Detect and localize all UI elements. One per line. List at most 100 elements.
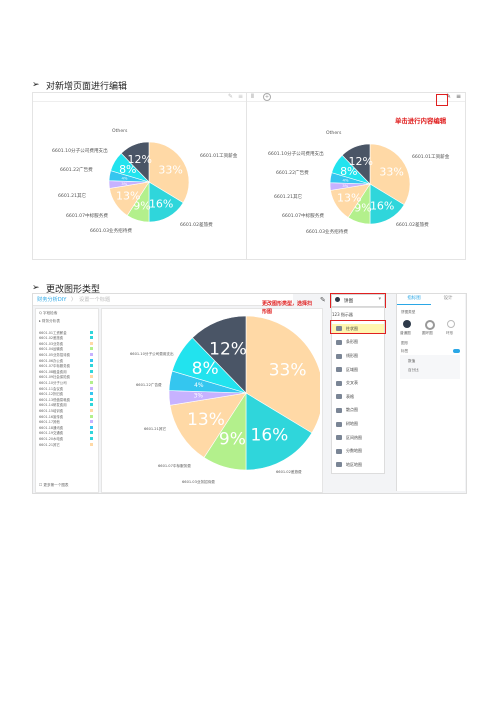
field-color-swatch — [90, 330, 93, 334]
pie-slices: 33%16%9%13%3%4%8%12% — [168, 315, 320, 471]
pie-slices: 33%16%9%13%3%4%8%12% — [329, 143, 411, 225]
pie-pct-label: 33% — [158, 164, 182, 177]
menu-item-label: 区域图 — [346, 366, 358, 372]
menu-item[interactable]: 树地图 — [332, 419, 384, 430]
menu-item[interactable]: 线形图 — [332, 351, 384, 362]
field-group[interactable]: ▸ 财务分析表 — [39, 319, 60, 324]
menu-item-label: 123 指示器 — [332, 312, 353, 318]
field-color-swatch — [90, 392, 93, 396]
menu-item-label: 线形图 — [346, 353, 358, 359]
chart-type-icon — [336, 435, 342, 441]
menu-item-label: 分数地图 — [346, 448, 362, 454]
field-color-swatch — [90, 380, 93, 384]
pie-label-6601-02: 6601.02差旅费 — [276, 469, 302, 474]
tab-design[interactable]: 设计 — [431, 294, 465, 304]
pie-label-6601-22: 6601.22广告费 — [276, 169, 309, 176]
ring-icon[interactable] — [447, 320, 455, 328]
field-color-swatch — [90, 408, 93, 412]
pie-label-6601-21: 6601.21其它 — [58, 192, 87, 199]
chart-type-icon — [336, 353, 342, 359]
pie-pct-label: 12% — [209, 340, 247, 360]
dropdown-highlight-box — [330, 293, 386, 308]
field-color-swatch — [90, 386, 93, 390]
pencil-icon[interactable]: ✎ — [320, 296, 326, 304]
menu-item-highlight-box — [330, 320, 386, 334]
breadcrumb-separator: 〉 — [71, 297, 77, 303]
bullet-1: ➢ — [32, 80, 40, 90]
field-color-swatch — [90, 375, 93, 379]
menu-item-label: 地区地图 — [346, 461, 362, 467]
menu-item-label: 树地图 — [346, 421, 358, 427]
menu-item[interactable]: 条形图 — [332, 337, 384, 348]
field-color-swatch — [90, 369, 93, 373]
field-color-swatch — [90, 397, 93, 401]
chart-type-icon — [336, 394, 342, 400]
properties-panel: 指标图 设计 饼图类型 普通图 圆环图 环形 图形 标签 数值 百分比 — [396, 294, 465, 491]
pie-pct-label: 33% — [269, 361, 307, 381]
field-color-swatch — [90, 341, 93, 345]
pie-label-6601-01: 6601.01工资薪金 — [200, 152, 238, 159]
pie-normal-icon[interactable] — [403, 320, 411, 328]
pie-chart-left: 33%16%9%13%3%4%8%12% Others 6601.10分子公司费… — [52, 128, 238, 234]
option-percent[interactable]: 百分比 — [408, 368, 419, 373]
pie-label-6601-10: 6601.10分子公司费用支出 — [268, 150, 324, 157]
field-item[interactable]: 6601.21其它 — [39, 441, 95, 447]
breadcrumb-root[interactable]: 财务分析DIY — [37, 296, 66, 303]
field-color-swatch — [90, 347, 93, 351]
pie-label-6601-10: 6601.10分子公司费用支出 — [52, 147, 108, 154]
pie-pct-label: 9% — [219, 430, 246, 450]
pie-pct-label: 16% — [370, 199, 394, 212]
field-list-panel: Q 字段检索 ▸ 财务分析表 6601.01工资薪金 6601.02差旅费 6601… — [35, 308, 99, 493]
menu-item[interactable]: 表格 — [332, 392, 384, 403]
section-graphic-label: 图形 — [401, 341, 409, 345]
pie-label-6601-07: 6601.07中标服务费 — [158, 463, 191, 468]
pie-pct-label: 12% — [348, 155, 372, 168]
chart-type-icon — [336, 380, 342, 386]
app-header: 财务分析DIY 〉 设置一个标题 — [33, 294, 293, 306]
pie-pct-label: 33% — [379, 166, 403, 179]
menu-item[interactable]: 123 指示器 — [332, 310, 384, 321]
menu-item-label: 散点图 — [346, 407, 358, 413]
breadcrumb-page[interactable]: 设置一个标题 — [79, 296, 110, 303]
menu-item[interactable]: 区间热图 — [332, 432, 384, 443]
menu-item[interactable]: 分数地图 — [332, 446, 384, 457]
field-list-footer[interactable]: ☐ 更多第一个图表 — [39, 483, 69, 488]
menu-item[interactable]: 散点图 — [332, 405, 384, 416]
field-color-swatch — [90, 414, 93, 418]
menu-item-label: 交叉表 — [346, 380, 358, 386]
option-value[interactable]: 数值 — [408, 359, 415, 364]
label-toggle-label: 标签 — [401, 349, 409, 353]
donut-icon[interactable] — [425, 320, 435, 330]
pie-label-6601-02: 6601.02差旅费 — [180, 221, 213, 228]
pie-pct-label: 16% — [149, 197, 173, 210]
menu-item[interactable]: 交叉表 — [332, 378, 384, 389]
section-heading-edit: 对新增页面进行编辑 — [46, 82, 128, 92]
field-color-swatch — [90, 336, 93, 340]
field-item-label: 6601.21其它 — [39, 442, 60, 447]
pie-label-6601-22: 6601.22广告费 — [60, 166, 93, 173]
pie-pct-label: 13% — [116, 189, 140, 202]
pie-chart-editor: 33% 16%9%13% 3% 4% 8%12% 6601.10分子公司费用支出 660… — [130, 315, 320, 484]
field-search-input[interactable]: Q 字段检索 — [39, 311, 57, 316]
pie-type-section-title: 饼图类型 — [401, 310, 416, 314]
field-color-swatch — [90, 425, 93, 429]
menu-item[interactable]: 地区地图 — [332, 460, 384, 471]
field-color-swatch — [90, 436, 93, 440]
chart-type-icon — [336, 407, 342, 413]
pie-label-others: Others — [326, 130, 342, 136]
pie-pct-label: 13% — [187, 410, 225, 430]
pie-label-6601-22: 6601.22广告费 — [136, 382, 162, 387]
field-color-swatch — [90, 431, 93, 435]
tab-indicator[interactable]: 指标图 — [397, 294, 431, 305]
pie-pct-label: 4% — [121, 176, 127, 181]
pie-label-6601-02: 6601.02差旅费 — [396, 221, 429, 228]
pie-label-6601-07: 6601.07中标服务费 — [282, 212, 324, 219]
pie-label-6601-10: 6601.10分子公司费用支出 — [130, 351, 174, 356]
pie-pct-label: 12% — [127, 153, 151, 166]
pie-type-ring-label: 环形 — [446, 331, 454, 335]
menu-item[interactable]: 区域图 — [332, 364, 384, 375]
label-toggle[interactable] — [453, 349, 460, 353]
pie-chart-right: 33%16%9%13%3%4%8%12% Others 6601.10分子公司费… — [268, 130, 450, 235]
pie-pct-label: 3% — [342, 183, 348, 188]
pie-label-6601-21: 6601.21其它 — [274, 193, 303, 200]
